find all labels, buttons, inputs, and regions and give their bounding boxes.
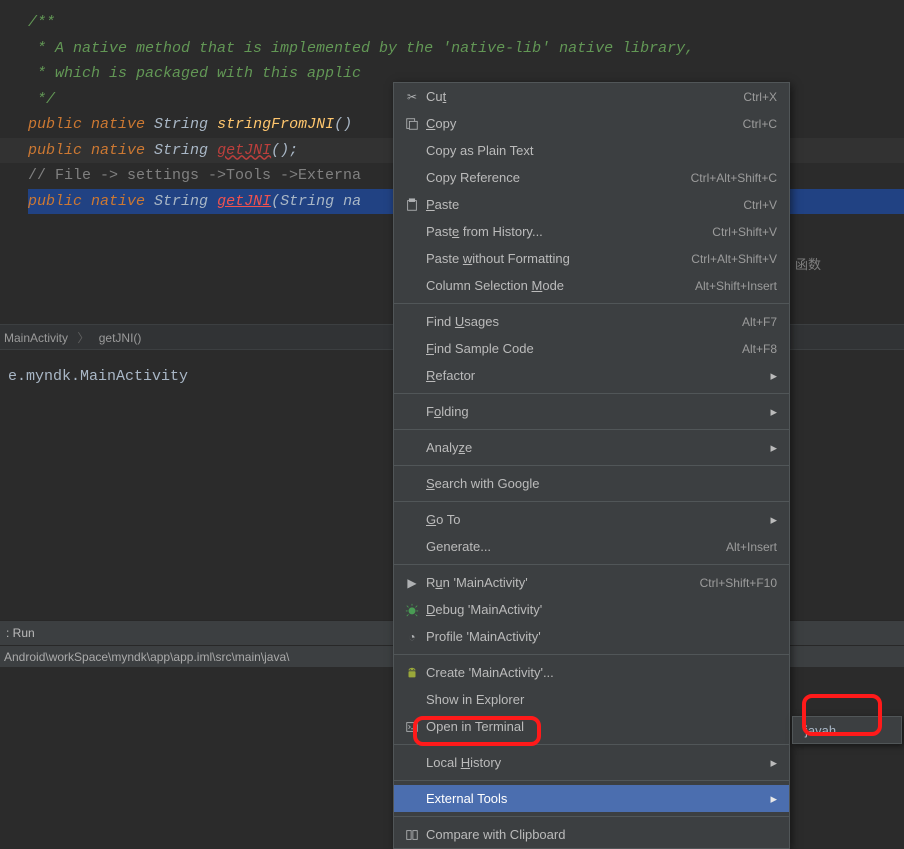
menu-item-refactor[interactable]: Refactor ▸	[394, 362, 789, 389]
menu-item-create[interactable]: Create 'MainActivity'...	[394, 659, 789, 686]
cut-icon: ✂	[402, 90, 422, 104]
menu-item-generate[interactable]: Generate... Alt+Insert	[394, 533, 789, 560]
run-tab-label[interactable]: : Run	[6, 626, 35, 640]
code-comment: * which is packaged with this applic	[28, 65, 361, 82]
menu-item-local-history[interactable]: Local History ▸	[394, 749, 789, 776]
paste-icon	[402, 197, 422, 212]
external-tools-submenu[interactable]: javah	[792, 716, 902, 744]
menu-item-compare-clipboard[interactable]: Compare with Clipboard	[394, 821, 789, 848]
menu-item-cut[interactable]: ✂ Cut Ctrl+X	[394, 83, 789, 110]
menu-separator	[394, 744, 789, 745]
menu-item-search-google[interactable]: Search with Google	[394, 470, 789, 497]
menu-separator	[394, 465, 789, 466]
menu-item-paste-without-formatting[interactable]: Paste without Formatting Ctrl+Alt+Shift+…	[394, 245, 789, 272]
chevron-right-icon: ▸	[770, 440, 777, 456]
bug-icon	[402, 602, 422, 617]
menu-item-open-terminal[interactable]: Open in Terminal	[394, 713, 789, 740]
code-comment: * A native method that is implemented by…	[28, 40, 694, 57]
menu-item-external-tools[interactable]: External Tools ▸	[394, 785, 789, 812]
menu-item-find-sample-code[interactable]: Find Sample Code Alt+F8	[394, 335, 789, 362]
submenu-item-javah[interactable]: javah	[793, 717, 901, 743]
menu-item-show-explorer[interactable]: Show in Explorer	[394, 686, 789, 713]
menu-separator	[394, 564, 789, 565]
chevron-right-icon: ▸	[770, 404, 777, 420]
menu-item-folding[interactable]: Folding ▸	[394, 398, 789, 425]
copy-icon	[402, 116, 422, 131]
menu-item-debug[interactable]: Debug 'MainActivity'	[394, 596, 789, 623]
menu-separator	[394, 303, 789, 304]
menu-separator	[394, 654, 789, 655]
menu-separator	[394, 501, 789, 502]
menu-item-profile[interactable]: ◔ Profile 'MainActivity'	[394, 623, 789, 650]
menu-item-column-selection[interactable]: Column Selection Mode Alt+Shift+Insert	[394, 272, 789, 299]
compare-icon	[402, 827, 422, 842]
breadcrumb-item[interactable]: MainActivity	[4, 331, 68, 345]
profile-icon: ◔	[402, 630, 422, 644]
menu-item-paste[interactable]: Paste Ctrl+V	[394, 191, 789, 218]
console-line: e.myndk.MainActivity	[8, 368, 188, 385]
terminal-icon	[402, 719, 422, 734]
menu-item-analyze[interactable]: Analyze ▸	[394, 434, 789, 461]
chevron-right-icon: ▸	[770, 755, 777, 771]
menu-separator	[394, 816, 789, 817]
code-comment: */	[28, 91, 55, 108]
menu-item-copy-plain[interactable]: Copy as Plain Text	[394, 137, 789, 164]
menu-separator	[394, 393, 789, 394]
run-icon: ▶	[402, 576, 422, 590]
truncated-cjk-text: 函数	[795, 254, 821, 273]
menu-item-goto[interactable]: Go To ▸	[394, 506, 789, 533]
menu-item-copy[interactable]: Copy Ctrl+C	[394, 110, 789, 137]
chevron-right-icon: ▸	[770, 368, 777, 384]
breadcrumb-separator: 〉	[77, 331, 89, 345]
code-comment: /**	[28, 14, 55, 31]
android-icon	[402, 665, 422, 680]
breadcrumb-item[interactable]: getJNI()	[99, 331, 142, 345]
menu-item-paste-history[interactable]: Paste from History... Ctrl+Shift+V	[394, 218, 789, 245]
menu-item-run[interactable]: ▶ Run 'MainActivity' Ctrl+Shift+F10	[394, 569, 789, 596]
menu-separator	[394, 780, 789, 781]
chevron-right-icon: ▸	[770, 791, 777, 807]
chevron-right-icon: ▸	[770, 512, 777, 528]
menu-item-copy-reference[interactable]: Copy Reference Ctrl+Alt+Shift+C	[394, 164, 789, 191]
context-menu[interactable]: ✂ Cut Ctrl+X Copy Ctrl+C Copy as Plain T…	[393, 82, 790, 849]
menu-separator	[394, 429, 789, 430]
menu-item-find-usages[interactable]: Find Usages Alt+F7	[394, 308, 789, 335]
